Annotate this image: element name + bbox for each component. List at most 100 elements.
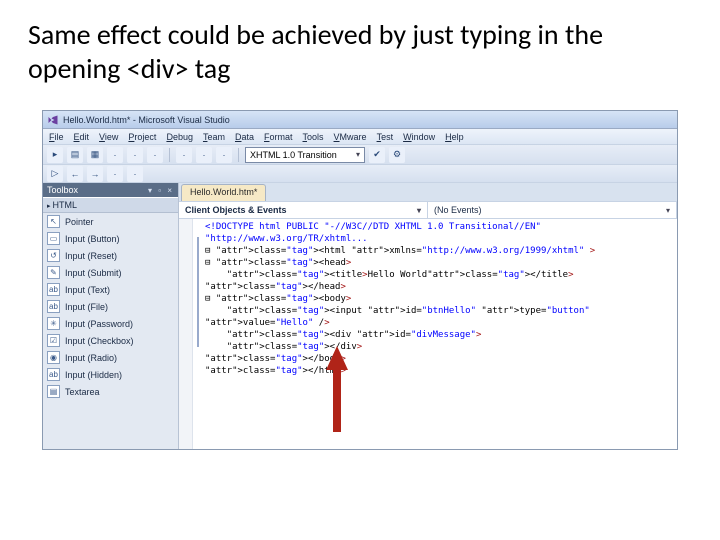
toolbar-separator: [169, 148, 170, 162]
toolbar-button[interactable]: ·: [127, 147, 143, 163]
validate-button[interactable]: ✔: [369, 147, 385, 163]
menu-data[interactable]: Data: [235, 132, 254, 142]
toolbox-item-icon: ✳: [47, 317, 60, 330]
code-line: ⊟ "attr">class="tag"><head>: [205, 257, 677, 269]
menu-file[interactable]: File: [49, 132, 64, 142]
toolbar-button[interactable]: ·: [216, 147, 232, 163]
code-line: "attr">class="tag"><input "attr">id="btn…: [205, 305, 677, 329]
code-line: ⊟ "attr">class="tag"><html "attr">xmlns=…: [205, 245, 677, 257]
code-gutter: [179, 219, 193, 449]
toolbox-item-icon: ab: [47, 368, 60, 381]
toolbox-item-label: Input (Reset): [65, 251, 117, 261]
toolbox-item-icon: ▤: [47, 385, 60, 398]
toolbox-item[interactable]: ↺ Input (Reset): [43, 247, 178, 264]
toolbar-button[interactable]: ·: [107, 166, 123, 182]
chevron-down-icon: ▾: [417, 206, 421, 215]
doctype-dropdown[interactable]: XHTML 1.0 Transition ▾: [245, 147, 365, 163]
object-event-dropdowns: Client Objects & Events ▾ (No Events) ▾: [179, 201, 677, 219]
events-dropdown[interactable]: (No Events) ▾: [428, 202, 677, 218]
toolbar-button[interactable]: ▷: [47, 166, 63, 182]
menu-tools[interactable]: Tools: [303, 132, 324, 142]
toolbox-item[interactable]: ☑ Input (Checkbox): [43, 332, 178, 349]
toolbox-item-icon: ↺: [47, 249, 60, 262]
menu-project[interactable]: Project: [128, 132, 156, 142]
menu-test[interactable]: Test: [377, 132, 394, 142]
toolbox-item[interactable]: ✎Input (Submit): [43, 264, 178, 281]
chevron-down-icon: ▾: [356, 150, 360, 159]
toolbox-item-label: Input (Checkbox): [65, 336, 134, 346]
toolbox-item[interactable]: ▭ Input (Button): [43, 230, 178, 247]
toolbar-button[interactable]: ▸: [47, 147, 63, 163]
toolbox-item-icon: ↖: [47, 215, 60, 228]
code-line: ⊟ "attr">class="tag"><body>: [205, 293, 677, 305]
toolbar-button[interactable]: ⚙: [389, 147, 405, 163]
toolbox-item-label: Input (Hidden): [65, 370, 122, 380]
vs-logo-icon: [47, 114, 59, 126]
toolbox-panel: Toolbox ▾ ▫ × HTML ↖ Pointer ▭ Input (Butto…: [43, 183, 179, 449]
toolbar-button[interactable]: ·: [196, 147, 212, 163]
toolbar-main: ▸▤▦······ XHTML 1.0 Transition ▾ ✔ ⚙: [43, 145, 677, 165]
objects-dropdown-label: Client Objects & Events: [185, 205, 287, 215]
toolbox-title: Toolbox: [47, 185, 78, 195]
toolbox-item[interactable]: ▤ Textarea: [43, 383, 178, 400]
slide-headline: Same effect could be achieved by just ty…: [0, 0, 720, 95]
toolbox-item[interactable]: ab Input (Hidden): [43, 366, 178, 383]
toolbar-button[interactable]: →: [87, 166, 103, 182]
menu-vmware[interactable]: VMware: [334, 132, 367, 142]
file-tab-active[interactable]: Hello.World.htm*: [181, 184, 266, 201]
toolbox-list: ↖Pointer▭Input (Button)↺Input (Reset)✎In…: [43, 213, 178, 449]
toolbar-secondary: ▷←→··: [43, 165, 677, 183]
code-line: "attr">class="tag"></head>: [205, 281, 677, 293]
document-tabs: Hello.World.htm*: [179, 183, 677, 201]
menu-help[interactable]: Help: [445, 132, 464, 142]
toolbar-button[interactable]: ←: [67, 166, 83, 182]
toolbox-item[interactable]: ab Input (File): [43, 298, 178, 315]
toolbox-item[interactable]: ab Input (Text): [43, 281, 178, 298]
toolbox-item-label: Input (Radio): [65, 353, 117, 363]
toolbox-item-icon: ✎: [47, 266, 60, 279]
toolbox-item-icon: ab: [47, 283, 60, 296]
menu-team[interactable]: Team: [203, 132, 225, 142]
toolbox-item-label: Textarea: [65, 387, 100, 397]
toolbox-item-icon: ◉: [47, 351, 60, 364]
toolbar-button[interactable]: ·: [147, 147, 163, 163]
toolbox-item-label: Input (File): [65, 302, 108, 312]
window-titlebar: Hello.World.htm* - Microsoft Visual Stud…: [43, 111, 677, 129]
toolbar-button[interactable]: ▤: [67, 147, 83, 163]
toolbox-item-label: Input (Text): [65, 285, 110, 295]
toolbox-header[interactable]: Toolbox ▾ ▫ ×: [43, 183, 178, 197]
chevron-down-icon: ▾: [666, 206, 670, 215]
toolbox-header-controls[interactable]: ▾ ▫ ×: [148, 186, 174, 195]
window-title: Hello.World.htm* - Microsoft Visual Stud…: [63, 115, 230, 125]
menubar[interactable]: File Edit View Project Debug Team Data Format To…: [43, 129, 677, 145]
code-editor[interactable]: <!DOCTYPE html PUBLIC "-//W3C//DTD XHTML…: [179, 219, 677, 449]
code-line: "attr">class="tag"></div>: [205, 341, 677, 353]
toolbox-item-icon: ☑: [47, 334, 60, 347]
toolbox-item-icon: ▭: [47, 232, 60, 245]
code-line: "attr">class="tag"></body>: [205, 353, 677, 365]
toolbox-item[interactable]: ◉ Input (Radio): [43, 349, 178, 366]
menu-format[interactable]: Format: [264, 132, 293, 142]
toolbar-separator: [238, 148, 239, 162]
doctype-dropdown-label: XHTML 1.0 Transition: [250, 150, 337, 160]
menu-edit[interactable]: Edit: [74, 132, 90, 142]
annotation-arrow-icon: [326, 346, 348, 432]
toolbox-item-icon: ab: [47, 300, 60, 313]
editor-area: Hello.World.htm* Client Objects & Events…: [179, 183, 677, 449]
code-line: "attr">class="tag"></html>: [205, 365, 677, 377]
toolbox-item-label: Input (Password): [65, 319, 133, 329]
menu-view[interactable]: View: [99, 132, 118, 142]
toolbox-item-label: Input (Button): [65, 234, 120, 244]
code-line: "attr">class="tag"><title>Hello World"at…: [205, 269, 677, 281]
toolbar-button[interactable]: ·: [127, 166, 143, 182]
objects-dropdown[interactable]: Client Objects & Events ▾: [179, 202, 428, 218]
toolbar-button[interactable]: ▦: [87, 147, 103, 163]
menu-debug[interactable]: Debug: [166, 132, 193, 142]
toolbox-category-html[interactable]: HTML: [43, 197, 178, 213]
toolbar-button[interactable]: ·: [176, 147, 192, 163]
toolbox-item-label: Pointer: [65, 217, 94, 227]
toolbox-item[interactable]: ↖ Pointer: [43, 213, 178, 230]
menu-window[interactable]: Window: [403, 132, 435, 142]
toolbox-item[interactable]: ✳ Input (Password): [43, 315, 178, 332]
toolbar-button[interactable]: ·: [107, 147, 123, 163]
